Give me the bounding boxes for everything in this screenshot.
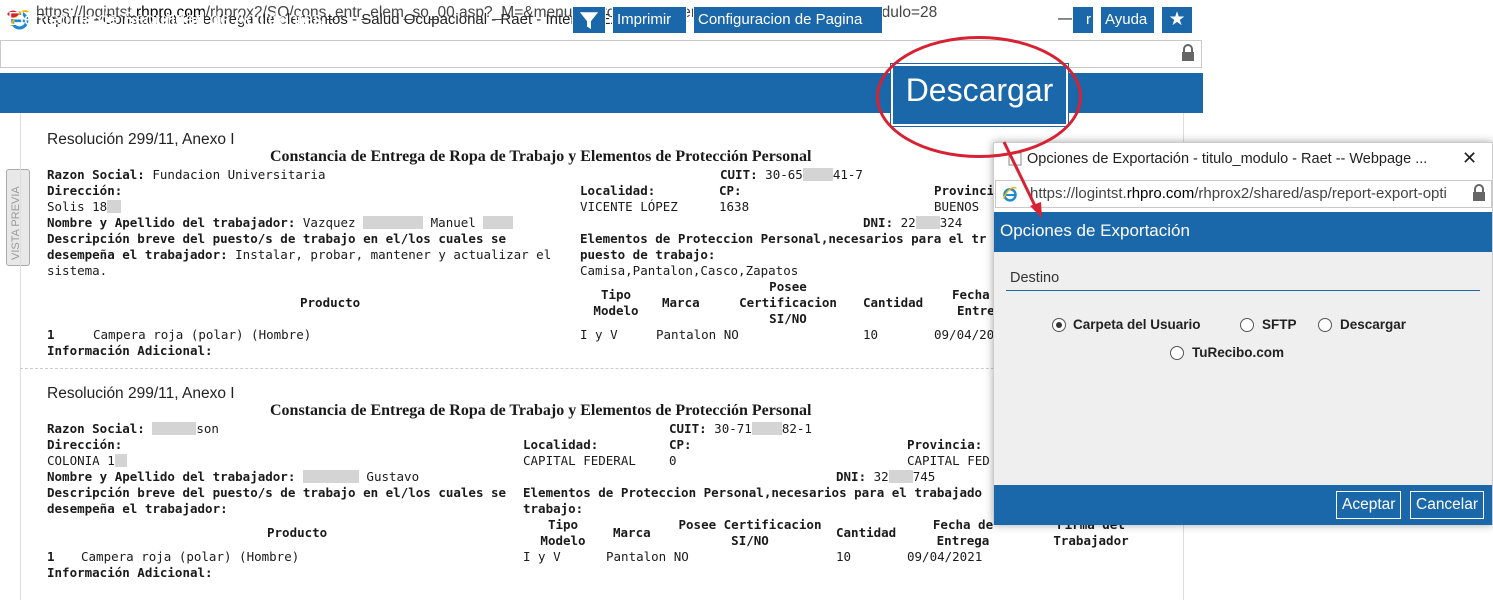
radio-turecibo[interactable] [1170,346,1184,360]
destino-label: Destino [1010,270,1060,286]
page-title: Elementos de Seguridad de Accidentes [8,9,323,29]
favorite-button[interactable]: ★ [1161,6,1193,34]
lock-icon [1473,184,1485,201]
radio-label-descargar: Descargar [1340,317,1407,332]
export-button[interactable]: r [1072,6,1094,34]
radio-label-turecibo: TuRecibo.com [1192,345,1285,360]
annotation-circle [876,36,1082,158]
print-button[interactable]: Imprimir [612,6,687,34]
radio-descargar[interactable] [1318,318,1332,332]
dialog-header: Opciones de Exportación [994,212,1492,252]
radio-sftp[interactable] [1240,318,1254,332]
annotation-arrow [1002,141,1042,218]
dialog-close-button[interactable]: ✕ [1462,148,1477,169]
filter-button[interactable] [572,6,606,34]
star-icon: ★ [1168,9,1186,30]
help-button[interactable]: Ayuda [1100,6,1155,34]
dialog-body [994,252,1492,485]
radio-carpeta-usuario[interactable] [1052,318,1066,332]
filter-icon [579,12,599,30]
page-setup-button[interactable]: Configuracion de Pagina [693,6,883,34]
cancel-button[interactable]: Cancelar [1410,491,1485,519]
dialog-url[interactable]: https://logintst.rhpro.com/rhprox2/share… [1030,185,1464,202]
lock-icon [1182,44,1194,61]
report-heading: Constancia de Entrega de Ropa de Trabajo… [270,148,812,165]
resolution: Resolución 299/11, Anexo I [47,131,235,148]
radio-label-sftp: SFTP [1262,317,1297,332]
radio-label-carpeta: Carpeta del Usuario [1073,317,1201,332]
accept-button[interactable]: Aceptar [1336,491,1402,519]
dialog-title: Opciones de Exportación - titulo_modulo … [1027,151,1428,167]
destino-divider [1006,290,1480,291]
